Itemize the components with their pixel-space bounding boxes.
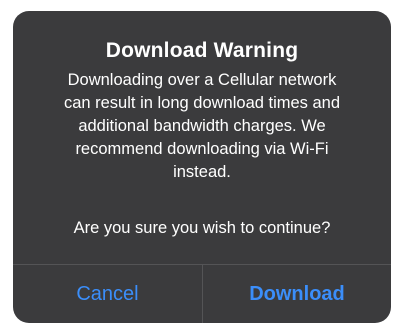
dialog-question: Are you sure you wish to continue? <box>73 219 331 237</box>
download-button[interactable]: Download <box>203 265 391 323</box>
dialog-message-line: Downloading over a Cellular network <box>67 71 337 89</box>
dialog-message-line: recommend downloading via Wi-Fi <box>75 140 329 158</box>
download-warning-dialog: Download Warning Downloading over a Cell… <box>13 11 391 323</box>
dialog-message-line: additional bandwidth charges. We <box>78 117 326 135</box>
dialog-message: Downloading over a Cellular network can … <box>13 69 391 184</box>
cancel-button[interactable]: Cancel <box>13 265 202 323</box>
dialog-content: Download Warning Downloading over a Cell… <box>13 11 391 263</box>
dialog-message-line: can result in long download times and <box>63 94 341 112</box>
dialog-title: Download Warning <box>105 39 299 62</box>
dialog-message-line: instead. <box>173 163 231 181</box>
